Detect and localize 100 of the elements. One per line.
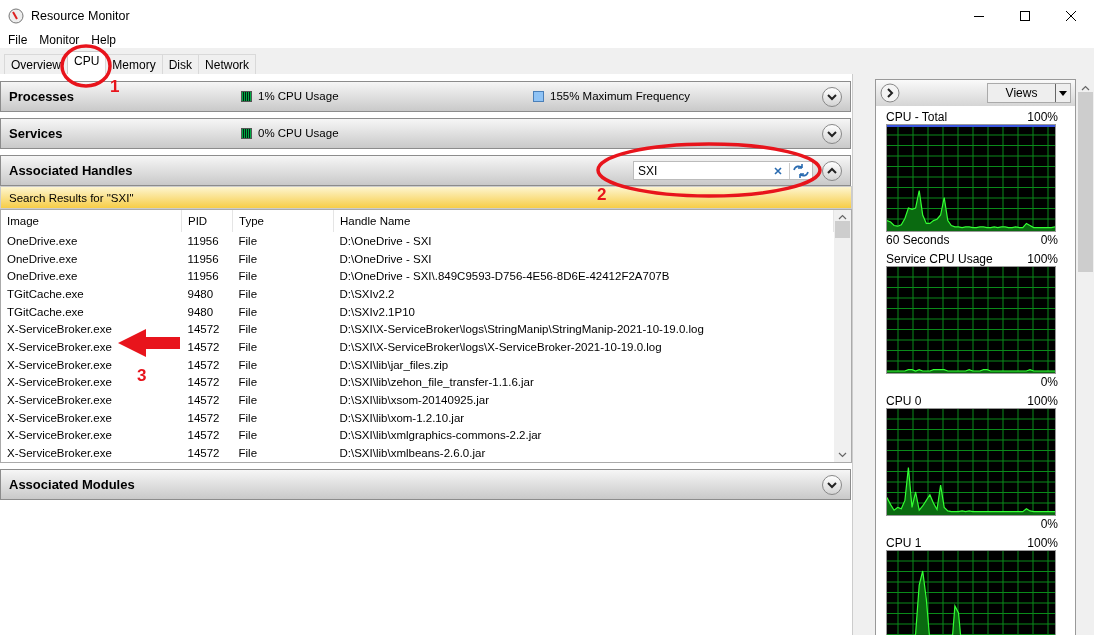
views-button[interactable]: Views <box>987 83 1071 103</box>
section-title: Associated Modules <box>8 477 136 492</box>
table-cell: 11956 <box>187 270 219 283</box>
table-cell: File <box>238 411 258 424</box>
table-cell: 14572 <box>187 376 220 389</box>
table-cell: File <box>238 447 258 460</box>
table-cell: OneDrive.exe <box>7 234 78 247</box>
tab[interactable]: Network <box>198 54 257 74</box>
table-cell: D:\SXI\lib\xom-1.2.10.jar <box>339 411 465 424</box>
annotation-number: 3 <box>137 366 147 386</box>
graph-title: CPU - Total <box>886 109 948 124</box>
scroll-thumb[interactable] <box>1078 92 1093 272</box>
graph-max-label: 100% <box>1027 535 1058 550</box>
menu-item[interactable]: File <box>8 33 28 47</box>
table-cell: TGitCache.exe <box>7 305 84 318</box>
column-header[interactable]: Image <box>1 210 182 232</box>
refresh-icon[interactable] <box>789 162 812 179</box>
table-cell: File <box>238 358 258 371</box>
graph-title: Service CPU Usage <box>886 251 993 266</box>
scroll-up-icon[interactable] <box>838 214 847 220</box>
clear-icon[interactable] <box>773 165 783 176</box>
usage-legend-icon <box>241 127 252 139</box>
table-cell: File <box>238 340 258 353</box>
collapse-button[interactable] <box>822 87 842 107</box>
table-cell: File <box>238 234 258 247</box>
table-cell: D:\SXI\lib\zehon_file_transfer-1.1.6.jar <box>339 376 534 389</box>
table-cell: D:\SXIv2.1P10 <box>339 305 415 318</box>
graph-min-label: 0% <box>1040 374 1058 389</box>
table-cell: 14572 <box>187 323 220 336</box>
table-cell: 11956 <box>187 234 219 247</box>
table-cell: D:\SXI\lib\jar_files.zip <box>339 358 449 371</box>
annotation-arrow <box>116 328 182 358</box>
table-cell: D:\SXI\X-ServiceBroker\logs\X-ServiceBroker-2021-10-19.0.log <box>339 340 662 353</box>
column-header[interactable]: Handle Name <box>333 210 834 232</box>
caret-icon <box>1055 84 1070 102</box>
scroll-thumb[interactable] <box>835 221 850 238</box>
table-cell: X-ServiceBroker.exe <box>7 429 112 442</box>
table-cell: X-ServiceBroker.exe <box>7 394 112 407</box>
close-icon <box>1066 11 1076 21</box>
table-cell: 11956 <box>187 252 219 265</box>
table-cell: File <box>238 305 258 318</box>
table-cell: 9480 <box>187 287 214 300</box>
tab[interactable]: Memory <box>105 54 163 74</box>
table-cell: File <box>238 252 258 265</box>
search-input[interactable]: SXI <box>634 163 773 178</box>
table-cell: File <box>238 287 258 300</box>
annotation-number: 2 <box>597 185 607 205</box>
table-cell: D:\SXI\lib\xmlbeans-2.6.0.jar <box>339 447 486 460</box>
table-cell: D:\SXIv2.2 <box>339 287 395 300</box>
table-cell: X-ServiceBroker.exe <box>7 376 112 389</box>
graph-title: CPU 0 <box>886 393 922 408</box>
table-cell: File <box>238 270 258 283</box>
section-title: Services <box>8 126 64 141</box>
table-cell: X-ServiceBroker.exe <box>7 447 112 460</box>
collapse-button[interactable] <box>822 475 842 495</box>
table-cell: TGitCache.exe <box>7 287 84 300</box>
column-header[interactable]: Type <box>232 210 334 232</box>
chevron-down-icon <box>827 93 837 101</box>
table-cell: D:\SXI\X-ServiceBroker\logs\StringManip\StringManip-2021-10-19.0.log <box>339 323 704 336</box>
graph-max-label: 100% <box>1027 109 1058 124</box>
table-cell: 14572 <box>187 394 220 407</box>
stat-label: 155% Maximum Frequency <box>550 90 690 102</box>
table-cell: OneDrive.exe <box>7 252 78 265</box>
stat-label: 0% CPU Usage <box>258 127 339 139</box>
chevron-down-icon <box>827 130 837 138</box>
table-cell: D:\SXI\lib\xmlgraphics-commons-2.2.jar <box>339 429 542 442</box>
expand-button[interactable] <box>880 83 900 103</box>
table-cell: 9480 <box>187 305 214 318</box>
tab[interactable]: CPU <box>67 51 107 74</box>
table-cell: X-ServiceBroker.exe <box>7 340 112 353</box>
gauge-icon <box>8 8 24 24</box>
graph-max-label: 100% <box>1027 251 1058 266</box>
column-header[interactable]: PID <box>181 210 233 232</box>
table-cell: 14572 <box>187 411 220 424</box>
menu-item[interactable]: Monitor <box>39 33 80 47</box>
section-header[interactable]: Associated Modules <box>0 469 851 500</box>
table-cell: D:\OneDrive - SXI <box>339 252 432 265</box>
menu-item[interactable]: Help <box>91 33 117 47</box>
table-cell: X-ServiceBroker.exe <box>7 358 112 371</box>
table-cell: D:\SXI\lib\xsom-20140925.jar <box>339 394 490 407</box>
scrollbar[interactable] <box>834 210 851 462</box>
collapse-button[interactable] <box>822 124 842 144</box>
graph-time-label: 60 Seconds <box>886 232 950 247</box>
table-cell: 14572 <box>187 340 220 353</box>
maximize-icon <box>1020 11 1030 21</box>
section-header[interactable]: Services 0% CPU Usage <box>0 118 851 149</box>
section-title: Processes <box>8 89 76 104</box>
section-header[interactable]: Associated Handles SXI <box>0 155 851 186</box>
table-cell: D:\OneDrive - SXI <box>339 234 432 247</box>
collapse-button[interactable] <box>822 161 842 181</box>
scroll-up-icon[interactable] <box>1081 85 1090 91</box>
table-cell: D:\OneDrive - SXI\.849C9593-D756-4E56-8D6E-42412F2A707B <box>339 270 670 283</box>
table-cell: File <box>238 376 258 389</box>
table-cell: 14572 <box>187 429 220 442</box>
table-cell: File <box>238 429 258 442</box>
scroll-down-icon[interactable] <box>838 452 847 458</box>
table-cell: File <box>238 394 258 407</box>
usage-legend-icon <box>241 90 252 102</box>
stat-label: 1% CPU Usage <box>258 90 339 102</box>
search-field[interactable]: SXI <box>633 161 813 180</box>
